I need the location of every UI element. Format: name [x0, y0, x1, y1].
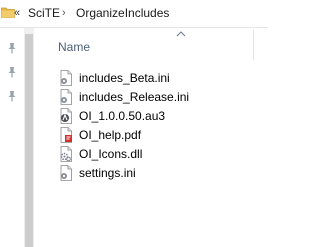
sort-ascending-icon	[176, 31, 186, 37]
file-name: OI_help.pdf	[79, 127, 142, 142]
file-list: includes_Beta.ini includes_Release.ini O…	[58, 68, 258, 182]
column-header-name[interactable]: Name	[58, 40, 90, 54]
list-item[interactable]: OI_1.0.0.50.au3	[58, 106, 258, 125]
folder-icon	[1, 7, 15, 18]
file-name: settings.ini	[79, 165, 136, 180]
pin-icon[interactable]	[6, 90, 18, 102]
list-item[interactable]: includes_Release.ini	[58, 87, 258, 106]
ini-settings-file-icon	[60, 164, 72, 181]
breadcrumb-overflow-button[interactable]: «	[14, 6, 20, 20]
list-item[interactable]: includes_Beta.ini	[58, 68, 258, 87]
autoit-script-icon	[60, 107, 72, 124]
ini-settings-file-icon	[60, 88, 72, 105]
pin-icon[interactable]	[6, 42, 18, 54]
explorer-window: « SciTE › OrganizeIncludes Name includes…	[0, 0, 268, 247]
navigation-pane	[0, 28, 24, 247]
pin-icon[interactable]	[6, 66, 18, 78]
file-name: OI_1.0.0.50.au3	[79, 108, 166, 123]
ini-settings-file-icon	[60, 69, 72, 86]
breadcrumb-separator[interactable]: ›	[62, 6, 66, 20]
breadcrumb-item-organizeincludes[interactable]: OrganizeIncludes	[76, 6, 169, 20]
file-name: includes_Release.ini	[79, 89, 190, 104]
breadcrumb: « SciTE › OrganizeIncludes	[0, 0, 268, 28]
list-item[interactable]: OI_Icons.dll	[58, 144, 258, 163]
pdf-file-icon	[60, 126, 72, 143]
file-name: includes_Beta.ini	[79, 70, 170, 85]
file-name: OI_Icons.dll	[79, 146, 143, 161]
column-divider[interactable]	[253, 30, 254, 60]
dll-file-icon	[60, 145, 72, 162]
list-item[interactable]: OI_help.pdf	[58, 125, 258, 144]
list-item[interactable]: settings.ini	[58, 163, 258, 182]
breadcrumb-item-scite[interactable]: SciTE	[28, 6, 60, 20]
nav-scrollbar-thumb[interactable]	[25, 34, 33, 247]
